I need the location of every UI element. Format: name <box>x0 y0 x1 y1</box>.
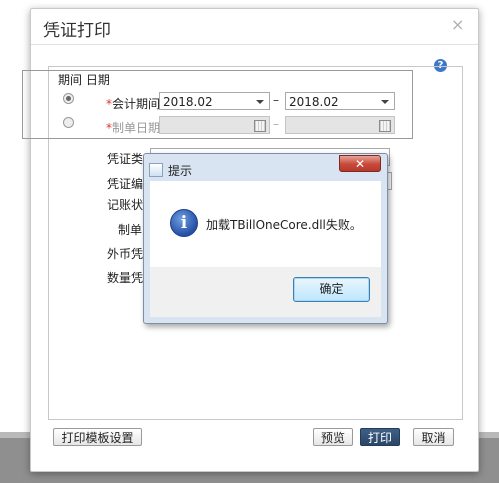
voucher-date-label: *制单日期 <box>106 121 161 135</box>
chevron-down-icon <box>256 100 264 104</box>
cancel-button[interactable]: 取消 <box>413 428 454 446</box>
chevron-down-icon <box>381 100 389 104</box>
info-icon: i <box>170 209 198 237</box>
voucher-type-label: 凭证类 <box>107 152 144 166</box>
accounting-period-radio[interactable] <box>63 93 74 104</box>
date-from-input[interactable] <box>159 116 270 134</box>
preparer-label: 制单 <box>118 223 143 237</box>
ok-button[interactable]: 确定 <box>293 277 370 302</box>
message-title: 提示 <box>168 164 193 178</box>
calendar-icon[interactable] <box>254 120 266 132</box>
period-group-legend: 期间 日期 <box>55 71 113 88</box>
message-titlebar[interactable]: 提示 ✕ <box>144 154 387 180</box>
message-box: 提示 ✕ i 加载TBillOneCore.dll失败。 确定 <box>143 153 388 324</box>
voucher-date-radio[interactable] <box>63 117 74 128</box>
posting-status-label: 记账状 <box>107 198 144 212</box>
accounting-period-label: *会计期间 <box>106 97 161 111</box>
print-template-settings-button[interactable]: 打印模板设置 <box>53 428 142 446</box>
period-to-select[interactable]: 2018.02 <box>285 92 395 110</box>
voucher-number-label: 凭证编 <box>107 177 144 191</box>
period-range-separator: – <box>273 93 279 107</box>
close-icon[interactable]: ✕ <box>339 155 381 172</box>
print-button[interactable]: 打印 <box>360 428 400 446</box>
preview-button[interactable]: 预览 <box>313 428 353 446</box>
calendar-icon[interactable] <box>379 120 391 132</box>
title-divider <box>31 44 478 45</box>
period-from-select[interactable]: 2018.02 <box>159 92 270 110</box>
app-icon <box>149 163 163 177</box>
foreign-currency-label: 外币凭 <box>107 247 144 261</box>
dialog-title: 凭证打印 <box>43 21 111 41</box>
date-range-separator: – <box>273 117 279 131</box>
close-icon[interactable]: × <box>451 15 464 34</box>
message-text: 加载TBillOneCore.dll失败。 <box>206 218 362 232</box>
quantity-voucher-label: 数量凭 <box>107 271 144 285</box>
date-to-input[interactable] <box>285 116 395 134</box>
